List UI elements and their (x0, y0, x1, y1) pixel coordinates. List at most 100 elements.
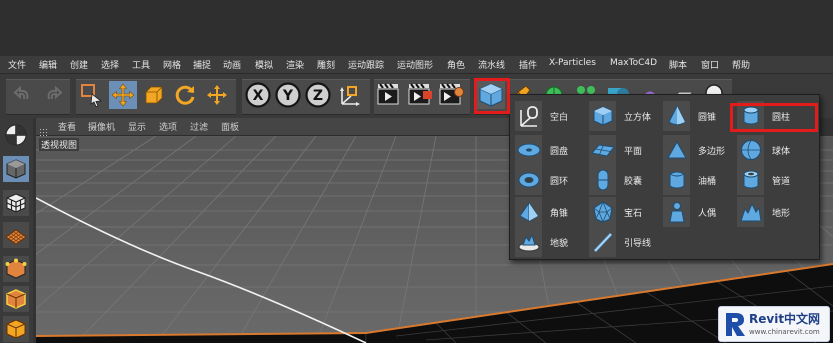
viewport-grip-icon[interactable] (39, 122, 48, 136)
palette-item-oil-tank[interactable]: 油桶 (663, 165, 716, 195)
viewport-menu-panel[interactable]: 面板 (221, 120, 239, 133)
palette-label: 角锥 (550, 208, 569, 219)
menu-tools[interactable]: 工具 (132, 58, 150, 71)
menu-help[interactable]: 帮助 (732, 58, 750, 71)
palette-label: 圆盘 (550, 146, 569, 157)
menu-bar: 文件 编辑 创建 选择 工具 网格 捕捉 动画 模拟 渲染 雕刻 运动跟踪 运动… (0, 56, 833, 74)
y-axis-icon: Y (275, 82, 301, 108)
model-mode-button[interactable] (3, 156, 29, 182)
palette-item-landscape[interactable]: 地形 (737, 197, 790, 227)
viewport-menu-cameras[interactable]: 摄像机 (88, 120, 115, 133)
render-view-button[interactable] (376, 81, 404, 109)
undo-icon (13, 85, 29, 100)
texture-mode-button[interactable] (3, 190, 29, 216)
y-axis-lock-button[interactable]: Y (274, 81, 302, 109)
palette-label: 胶囊 (624, 176, 643, 187)
menu-mograph[interactable]: 运动图形 (397, 58, 433, 71)
menu-snap[interactable]: 捕捉 (193, 58, 211, 71)
undo-redo-group (6, 79, 70, 115)
platonic-icon (592, 201, 613, 223)
viewport-menu-display[interactable]: 显示 (128, 120, 146, 133)
palette-item-polygon[interactable]: 多边形 (663, 135, 725, 165)
palette-item-sphere[interactable]: 球体 (737, 135, 790, 165)
scale-button[interactable] (140, 81, 168, 109)
palette-item-platonic[interactable]: 宝石 (589, 197, 642, 227)
points-cube-icon (5, 258, 27, 279)
menu-script[interactable]: 脚本 (669, 58, 687, 71)
palette-label: 平面 (624, 146, 643, 157)
null-object-icon (519, 106, 538, 127)
menu-plugins[interactable]: 插件 (519, 58, 537, 71)
edges-cube-icon (6, 289, 26, 309)
rotate-icon (175, 85, 195, 105)
menu-window[interactable]: 窗口 (701, 58, 719, 71)
menu-simulate[interactable]: 模拟 (255, 58, 273, 71)
menu-select[interactable]: 选择 (101, 58, 119, 71)
palette-item-guide[interactable]: 引导线 (589, 227, 651, 257)
redo-button[interactable] (39, 81, 67, 109)
palette-item-figure[interactable]: 人偶 (663, 197, 716, 227)
menu-motion-tracking[interactable]: 运动跟踪 (348, 58, 384, 71)
palette-item-null[interactable]: 空白 (515, 101, 568, 131)
tube-icon (743, 170, 758, 189)
redo-icon (47, 85, 63, 100)
workplane-mode-button[interactable] (3, 222, 29, 248)
polygons-mode-button[interactable] (3, 316, 29, 342)
palette-item-cone[interactable]: 圆锥 (663, 101, 716, 131)
menu-edit[interactable]: 编辑 (39, 58, 57, 71)
menu-mesh[interactable]: 网格 (163, 58, 181, 71)
menu-animate[interactable]: 动画 (223, 58, 241, 71)
menu-file[interactable]: 文件 (8, 58, 26, 71)
menu-sculpt[interactable]: 雕刻 (317, 58, 335, 71)
z-axis-icon: Z (305, 82, 331, 108)
title-area (0, 0, 833, 56)
coordinate-system-button[interactable] (336, 81, 364, 109)
x-axis-lock-button[interactable]: X (244, 81, 272, 109)
checker-cube-icon (6, 193, 26, 213)
workplane-grid-icon (5, 229, 27, 245)
points-mode-button[interactable] (3, 256, 29, 282)
menu-maxtoc4d[interactable]: MaxToC4D (610, 58, 657, 68)
viewport-menu-filter[interactable]: 过滤 (190, 120, 208, 133)
menu-x-particles[interactable]: X-Particles (549, 58, 596, 68)
transform-button[interactable] (203, 81, 231, 109)
capsule-icon (597, 169, 608, 191)
menu-render[interactable]: 渲染 (286, 58, 304, 71)
menu-create[interactable]: 创建 (70, 58, 88, 71)
menu-pipeline[interactable]: 流水线 (478, 58, 505, 71)
render-settings-button[interactable] (438, 81, 466, 109)
cylinder-item-highlight (730, 103, 818, 132)
palette-item-cube[interactable]: 立方体 (589, 101, 651, 131)
viewport-menu-view[interactable]: 查看 (58, 120, 76, 133)
palette-label: 宝石 (624, 208, 643, 219)
palette-item-torus[interactable]: 圆环 (515, 165, 568, 195)
palette-label: 圆环 (550, 176, 569, 187)
move-button[interactable] (109, 81, 137, 109)
viewport-menu-bar: 查看 摄像机 显示 选项 过滤 面板 (36, 118, 510, 136)
palette-label: 立方体 (624, 112, 652, 123)
palette-item-pyramid[interactable]: 角锥 (515, 197, 568, 227)
live-selection-button[interactable] (78, 81, 106, 109)
disc-icon (517, 143, 540, 157)
axis-group: X Y Z (242, 79, 370, 115)
palette-item-tube[interactable]: 管道 (737, 165, 790, 195)
render-picture-viewer-button[interactable] (407, 81, 435, 109)
viewport-menu-options[interactable]: 选项 (159, 120, 177, 133)
palette-item-plane[interactable]: 平面 (589, 135, 642, 165)
palette-item-capsule[interactable]: 胶囊 (589, 165, 642, 195)
oil-tank-icon (669, 171, 684, 189)
rotate-button[interactable] (171, 81, 199, 109)
edges-mode-button[interactable] (3, 286, 29, 312)
watermark-url: www.chinarevit.com (749, 328, 820, 336)
guide-line-icon (593, 232, 612, 253)
undo-button[interactable] (9, 81, 37, 109)
palette-item-disc[interactable]: 圆盘 (515, 135, 568, 165)
z-axis-lock-button[interactable]: Z (304, 81, 332, 109)
make-editable-button[interactable] (3, 122, 29, 148)
palette-item-landscape-figure[interactable]: 地貌 (515, 227, 568, 257)
sphere-icon (740, 140, 761, 160)
palette-label: 引导线 (624, 238, 652, 249)
cube-button-highlight (474, 78, 510, 114)
menu-character[interactable]: 角色 (447, 58, 465, 71)
tools-group (76, 79, 236, 115)
